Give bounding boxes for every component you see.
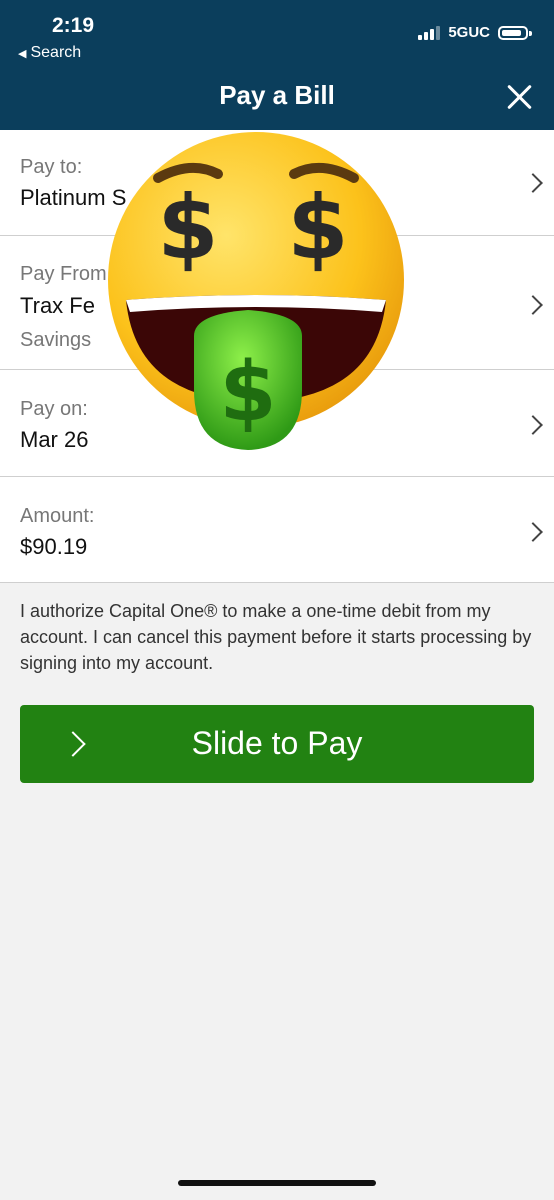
svg-text:$: $ [219, 345, 276, 440]
back-label: Search [30, 44, 82, 61]
chevron-right-icon [523, 415, 543, 435]
close-icon[interactable] [506, 84, 532, 110]
amount-value: $90.19 [20, 534, 88, 559]
amount-label: Amount: [20, 505, 95, 527]
pay-from-label: Pay From [20, 263, 107, 285]
status-indicators: 5GUC [418, 24, 532, 41]
authorization-text: I authorize Capital One® to make a one-t… [20, 601, 532, 673]
signal-icon [418, 25, 441, 40]
money-mouth-face-icon: $ $ $ [108, 132, 404, 450]
svg-text:$: $ [157, 176, 218, 279]
slide-to-pay-button[interactable]: Slide to Pay [20, 705, 534, 783]
back-arrow-icon: ◀ [18, 47, 27, 60]
svg-text:$: $ [287, 176, 348, 279]
chevron-right-icon [523, 295, 543, 315]
network-type: 5GUC [448, 24, 490, 41]
battery-icon [498, 25, 532, 40]
pay-from-account-type: Savings [20, 329, 92, 351]
status-time: 2:19 [52, 14, 95, 37]
slide-to-pay-label: Slide to Pay [191, 725, 363, 761]
pay-from-value: Trax Fe [20, 293, 95, 318]
home-indicator [178, 1180, 376, 1186]
pay-on-label: Pay on: [20, 398, 88, 420]
page-title: Pay a Bill [219, 80, 335, 110]
top-bar: 2:19 ◀ Search 5GUC Pay a Bill [0, 0, 554, 130]
chevron-right-icon [523, 522, 543, 542]
pay-to-label: Pay to: [20, 156, 83, 178]
back-to-search[interactable]: ◀ Search [18, 44, 81, 62]
chevron-right-icon [523, 173, 543, 193]
pay-on-value: Mar 26 [20, 427, 89, 452]
amount-row[interactable]: Amount: $90.19 [0, 477, 554, 583]
